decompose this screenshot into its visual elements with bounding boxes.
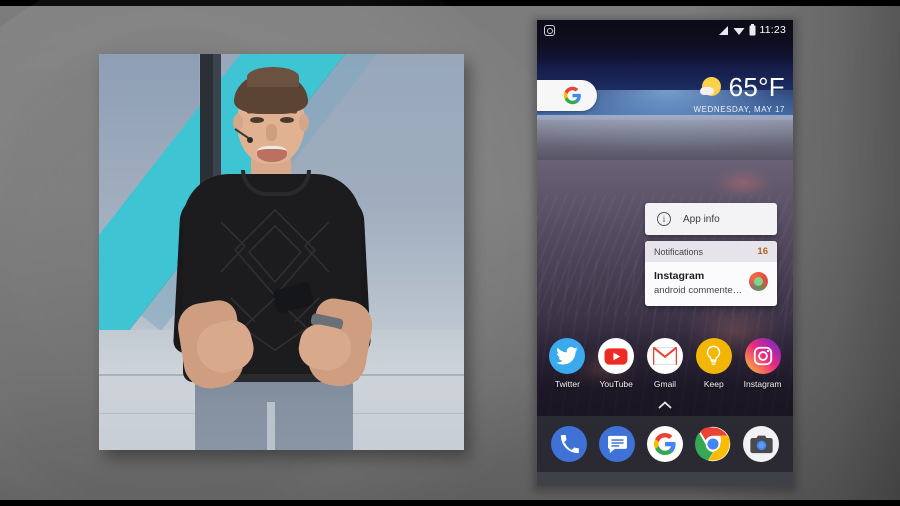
info-icon: i bbox=[657, 212, 671, 226]
home-screen-app-row: Twitter YouTube Gmail Keep Instagram bbox=[537, 338, 793, 389]
status-bar: 11:23 bbox=[537, 20, 793, 40]
weather-widget[interactable]: 65°F WEDNESDAY, MAY 17 bbox=[694, 74, 785, 114]
screenshot-root: 11:23 65°F WEDNESDAY, MAY 17 i App info … bbox=[0, 0, 900, 506]
camera-icon[interactable] bbox=[743, 426, 779, 462]
messages-icon[interactable] bbox=[599, 426, 635, 462]
weather-top-row: 65°F bbox=[694, 74, 785, 100]
notifications-count-badge: 16 bbox=[757, 246, 768, 257]
presenter-eye-right bbox=[280, 117, 294, 123]
google-g-icon bbox=[563, 86, 581, 105]
presenter-mouth bbox=[257, 146, 287, 162]
app-instagram[interactable]: Instagram bbox=[741, 338, 785, 389]
presenter-jeans-gap bbox=[267, 402, 275, 450]
google-search-pill[interactable] bbox=[537, 80, 597, 111]
app-gmail[interactable]: Gmail bbox=[643, 338, 687, 389]
app-label: Twitter bbox=[554, 379, 580, 389]
twitter-icon bbox=[549, 338, 586, 374]
notification-body-text: android commente… bbox=[654, 285, 743, 297]
phone-icon[interactable] bbox=[551, 426, 587, 462]
weather-temperature: 65°F bbox=[728, 72, 785, 102]
avatar bbox=[749, 272, 768, 291]
chevron-up-icon bbox=[658, 401, 672, 409]
wifi-icon bbox=[733, 27, 744, 35]
notification-text-block: Instagram android commente… bbox=[654, 270, 742, 297]
notification-app-name: Instagram bbox=[654, 270, 705, 282]
chrome-icon[interactable] bbox=[695, 426, 731, 462]
phone-device: 11:23 65°F WEDNESDAY, MAY 17 i App info … bbox=[537, 20, 793, 486]
letterbox-bottom bbox=[0, 500, 900, 506]
signal-icon bbox=[718, 25, 728, 35]
app-keep[interactable]: Keep bbox=[692, 338, 736, 389]
instagram-icon bbox=[744, 338, 781, 374]
gmail-icon bbox=[646, 338, 683, 374]
instagram-icon bbox=[544, 24, 555, 36]
presenter-eye-left bbox=[250, 117, 264, 123]
keep-icon bbox=[695, 338, 732, 374]
presenter-ear-right bbox=[299, 114, 309, 131]
weather-date: WEDNESDAY, MAY 17 bbox=[693, 105, 785, 114]
presenter-figure bbox=[99, 54, 464, 450]
sun-icon bbox=[699, 76, 722, 98]
google-g-icon[interactable] bbox=[647, 426, 683, 462]
popup-pointer-tail bbox=[697, 305, 709, 306]
status-bar-system: 11:23 bbox=[717, 24, 787, 36]
dock bbox=[537, 416, 793, 472]
wallpaper-city-lights-c bbox=[713, 168, 773, 198]
app-twitter[interactable]: Twitter bbox=[545, 338, 589, 389]
microphone-icon bbox=[247, 137, 253, 143]
app-youtube[interactable]: YouTube bbox=[594, 338, 638, 389]
app-info-label: App info bbox=[683, 213, 720, 225]
notifications-header: Notifications 16 bbox=[645, 241, 777, 262]
app-label: Gmail bbox=[653, 379, 677, 389]
notification-item[interactable]: Instagram android commente… bbox=[645, 262, 777, 306]
status-bar-notifications bbox=[544, 24, 555, 36]
presenter-nose bbox=[266, 124, 277, 141]
battery-icon bbox=[749, 24, 755, 36]
presenter-video-feed bbox=[99, 54, 464, 450]
presenter-hair-top bbox=[247, 67, 299, 87]
youtube-icon bbox=[598, 338, 635, 374]
notification-preview-card[interactable]: Notifications 16 Instagram android comme… bbox=[645, 241, 777, 306]
app-info-menu-item[interactable]: i App info bbox=[645, 203, 777, 235]
app-label: YouTube bbox=[599, 379, 633, 389]
app-drawer-handle[interactable] bbox=[537, 401, 793, 412]
app-label: Instagram bbox=[743, 379, 782, 389]
app-longpress-popup: i App info Notifications 16 Instagram an… bbox=[645, 203, 777, 306]
app-label: Keep bbox=[703, 379, 724, 389]
phone-screen[interactable]: 11:23 65°F WEDNESDAY, MAY 17 i App info … bbox=[537, 20, 793, 472]
status-bar-clock: 11:23 bbox=[759, 24, 786, 36]
notifications-label: Notifications bbox=[654, 246, 704, 257]
